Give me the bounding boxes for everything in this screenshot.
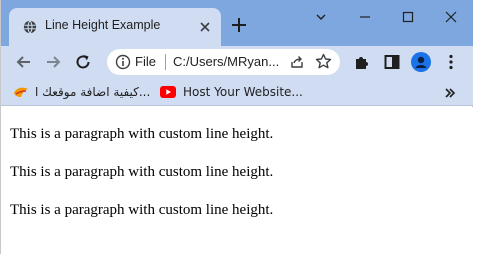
toolbar: File C:/Users/MRyan... xyxy=(1,46,473,78)
bookmarks-overflow-chevron-icon[interactable] xyxy=(444,87,456,99)
bookmark-label-arabic: كيفية اضافة موقعك ا... xyxy=(35,85,151,99)
info-icon[interactable] xyxy=(115,54,131,70)
scheme-label: File xyxy=(135,54,156,69)
bookmark-item-arabic[interactable]: كيفية اضافة موقعك ا... xyxy=(13,84,151,100)
forward-arrow-icon[interactable] xyxy=(44,53,62,71)
paragraph-3: This is a paragraph with custom line hei… xyxy=(10,202,274,218)
minimize-icon[interactable] xyxy=(358,10,372,24)
extensions-puzzle-icon[interactable] xyxy=(353,53,371,71)
tab-strip: Line Height Example xyxy=(1,0,473,46)
omnibox-divider xyxy=(165,54,166,70)
globe-icon xyxy=(23,20,37,34)
profile-avatar-icon[interactable] xyxy=(411,52,431,72)
tab-title: Line Height Example xyxy=(45,18,161,32)
browser-window: Line Height Example File C:/Users/MRyan.… xyxy=(0,0,473,254)
address-bar[interactable]: File C:/Users/MRyan... xyxy=(107,49,340,75)
new-tab-icon[interactable] xyxy=(231,17,247,33)
bookmark-label-host-website: Host Your Website... xyxy=(183,85,303,99)
reload-icon[interactable] xyxy=(74,53,92,71)
page-content: This is a paragraph with custom line hei… xyxy=(2,107,473,254)
url-text[interactable]: C:/Users/MRyan... xyxy=(173,54,283,69)
maximize-icon[interactable] xyxy=(401,10,415,24)
bookmark-star-icon[interactable] xyxy=(315,53,332,70)
more-menu-icon[interactable] xyxy=(442,53,460,71)
bookmarks-bar: كيفية اضافة موقعك ا... Host Your Website… xyxy=(1,78,473,106)
tab-search-chevron-icon[interactable] xyxy=(314,10,328,24)
close-tab-icon[interactable] xyxy=(198,20,212,34)
paragraph-1: This is a paragraph with custom line hei… xyxy=(10,126,274,142)
tab-active[interactable]: Line Height Example xyxy=(9,8,221,46)
back-arrow-icon[interactable] xyxy=(15,53,33,71)
close-window-icon[interactable] xyxy=(444,10,458,24)
share-icon[interactable] xyxy=(289,54,305,70)
side-panel-icon[interactable] xyxy=(383,53,401,71)
paragraph-2: This is a paragraph with custom line hei… xyxy=(10,164,274,180)
bookmark-item-host-website[interactable]: Host Your Website... xyxy=(160,84,303,100)
youtube-icon xyxy=(160,86,176,98)
bookmark-favicon-icon xyxy=(14,87,28,97)
